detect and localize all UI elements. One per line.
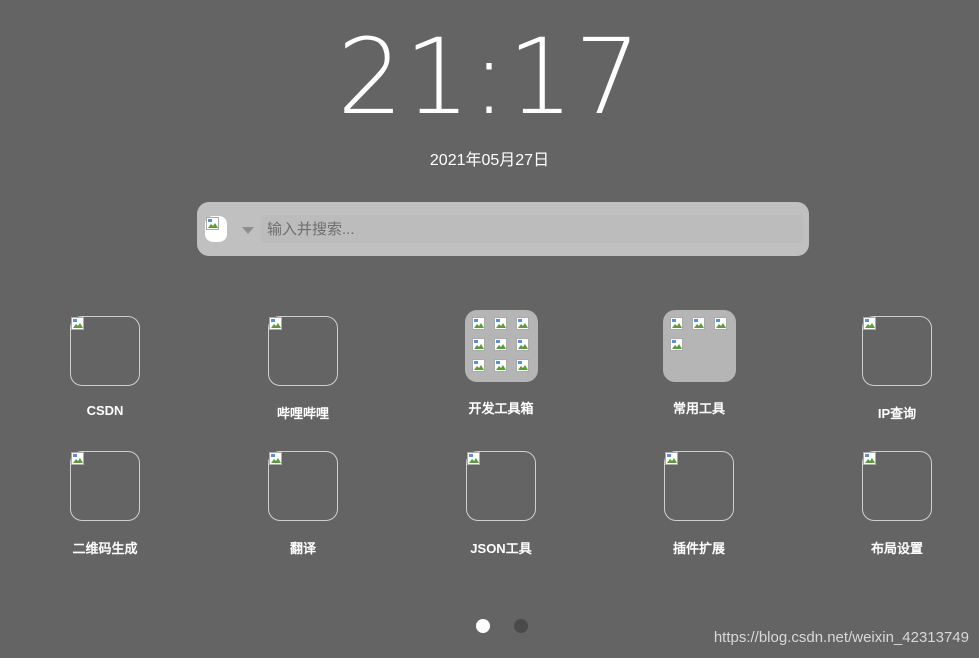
shortcut-tile[interactable]: 插件扩展: [649, 451, 749, 557]
broken-image-icon: [665, 452, 678, 465]
shortcut-label: CSDN: [86, 403, 124, 418]
broken-image-icon: [269, 317, 282, 330]
shortcut-icon[interactable]: [664, 451, 734, 521]
folder-item-icon: [493, 359, 508, 373]
broken-image-icon: [691, 317, 705, 330]
folder-item-icon: [515, 359, 530, 373]
broken-image-icon: [863, 452, 876, 465]
broken-image-icon: [713, 317, 727, 330]
broken-image-icon: [669, 317, 683, 330]
broken-image-icon: [467, 452, 480, 465]
folder-item-icon: [493, 338, 508, 352]
broken-image-icon: [71, 317, 84, 330]
broken-image-icon: [269, 452, 282, 465]
page-dot-2[interactable]: [514, 619, 528, 633]
folder-item-icon: [669, 338, 684, 352]
shortcut-icon[interactable]: [862, 316, 932, 386]
shortcut-label: 哔哩哔哩: [276, 406, 329, 421]
shortcut-label: JSON工具: [470, 541, 532, 556]
broken-image-icon: [515, 359, 529, 372]
shortcut-label: 二维码生成: [72, 541, 138, 556]
shortcut-label: 开发工具箱: [468, 401, 534, 416]
shortcut-tile[interactable]: 二维码生成: [55, 451, 155, 557]
folder-item-icon: [691, 317, 706, 331]
shortcut-grid: CSDN 哔哩哔哩 开发工具箱 常用工具 IP查询二维码生成 翻译 JSON工具 插件扩展 布局…: [0, 0, 979, 600]
shortcut-icon[interactable]: [268, 316, 338, 386]
watermark: https://blog.csdn.net/weixin_42313749: [713, 629, 969, 646]
shortcut-icon[interactable]: [70, 451, 140, 521]
folder-item-icon: [713, 317, 728, 331]
shortcut-tile[interactable]: CSDN: [55, 316, 155, 418]
broken-image-icon: [669, 338, 683, 351]
folder-icon[interactable]: [662, 310, 736, 382]
broken-image-icon: [471, 338, 485, 351]
shortcut-icon[interactable]: [70, 316, 140, 386]
shortcut-label: 常用工具: [672, 401, 725, 416]
broken-image-icon: [863, 317, 876, 330]
shortcut-tile[interactable]: IP查询: [847, 316, 947, 422]
shortcut-tile[interactable]: 哔哩哔哩: [253, 316, 353, 422]
shortcut-icon[interactable]: [466, 451, 536, 521]
broken-image-icon: [493, 359, 507, 372]
broken-image-icon: [493, 317, 507, 330]
shortcut-tile[interactable]: 常用工具: [649, 310, 749, 417]
folder-item-icon: [515, 338, 530, 352]
broken-image-icon: [515, 338, 529, 351]
shortcut-icon[interactable]: [268, 451, 338, 521]
shortcut-icon[interactable]: [862, 451, 932, 521]
shortcut-label: 翻译: [289, 541, 316, 556]
broken-image-icon: [471, 317, 485, 330]
folder-item-icon: [515, 317, 530, 331]
broken-image-icon: [71, 452, 84, 465]
shortcut-label: IP查询: [877, 406, 917, 421]
broken-image-icon: [515, 317, 529, 330]
page-dot-1[interactable]: [476, 619, 490, 633]
folder-item-icon: [669, 317, 684, 331]
shortcut-tile[interactable]: JSON工具: [451, 451, 551, 557]
folder-item-icon: [493, 317, 508, 331]
shortcut-label: 布局设置: [870, 541, 923, 556]
folder-item-icon: [471, 338, 486, 352]
shortcut-tile[interactable]: 布局设置: [847, 451, 947, 557]
shortcut-tile[interactable]: 翻译: [253, 451, 353, 557]
shortcut-tile[interactable]: 开发工具箱: [451, 310, 551, 417]
broken-image-icon: [471, 359, 485, 372]
folder-item-icon: [471, 359, 486, 373]
shortcut-label: 插件扩展: [672, 541, 725, 556]
folder-item-icon: [471, 317, 486, 331]
broken-image-icon: [493, 338, 507, 351]
folder-icon[interactable]: [464, 310, 538, 382]
